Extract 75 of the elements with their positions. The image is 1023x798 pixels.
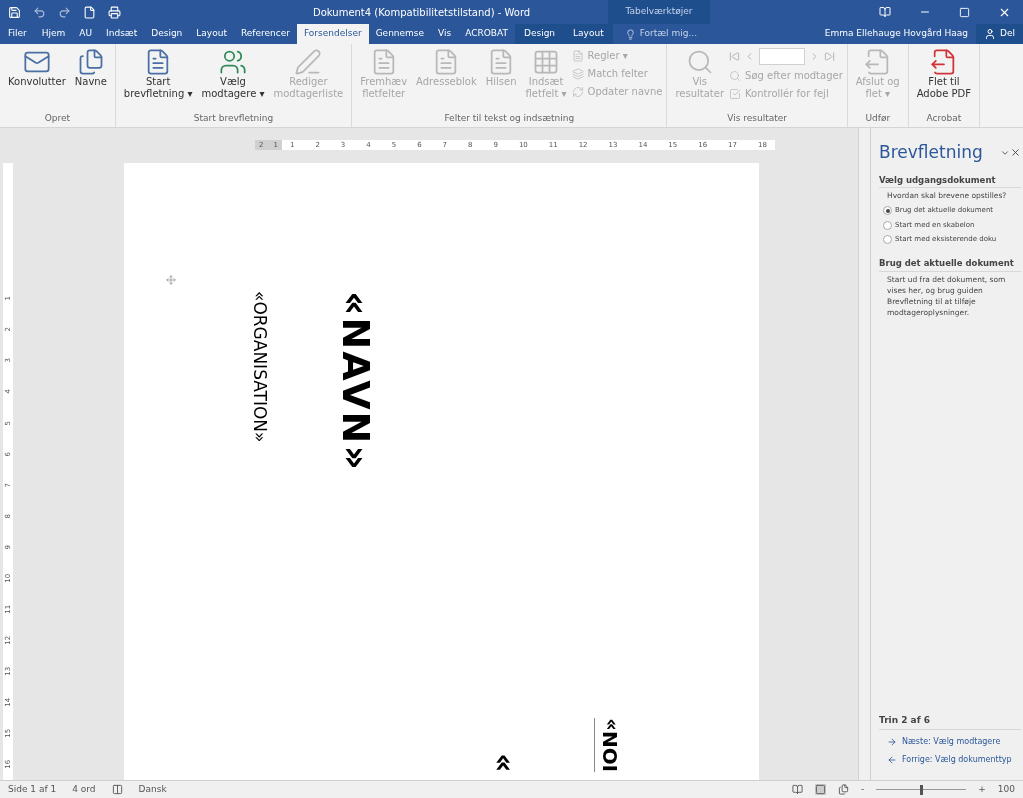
record-field[interactable] [759, 48, 806, 65]
pen-icon [294, 48, 323, 76]
person-icon [984, 28, 997, 40]
zoom-out-button[interactable]: - [861, 782, 865, 797]
pane-title: Brevfletning [879, 141, 983, 164]
ribbon-tab[interactable]: Layout [564, 24, 613, 44]
window-title: Dokument4 (Kompatibilitetstilstand) - Word [313, 5, 531, 20]
ribbon-tab[interactable]: ACROBAT [458, 24, 515, 44]
printer-icon [108, 5, 121, 19]
tell-me-field[interactable]: Fortæl mig... [639, 27, 698, 41]
ribbon-tab[interactable]: Hjem [34, 24, 73, 44]
ribbon-button[interactable]: Start brevfletning ▾ [119, 44, 197, 112]
language-indicator[interactable]: Dansk [138, 782, 167, 797]
ribbon-tab[interactable]: Filer [0, 24, 35, 44]
group-label: Start brevfletning [192, 111, 275, 125]
arrow-right-icon [887, 737, 897, 747]
ribbon-tab[interactable]: Forsendelser [296, 24, 369, 44]
zoom-in-button[interactable]: + [978, 782, 986, 797]
merge-field: » [479, 752, 524, 773]
print-layout-icon[interactable] [815, 784, 826, 795]
close-icon[interactable] [1010, 147, 1021, 159]
last-record-icon [824, 51, 836, 62]
lightbulb-icon [624, 28, 636, 40]
group-label: Vis resultater [726, 111, 788, 125]
share-button[interactable]: Del [976, 24, 1023, 44]
step-label: Trin 2 af 6 [879, 713, 1021, 730]
save-icon [8, 5, 21, 19]
zoom-thumb[interactable] [919, 784, 923, 795]
ribbon-button[interactable]: Vælg modtagere ▾ [197, 44, 269, 112]
redo-icon [58, 5, 71, 19]
arrow-left-icon [887, 755, 897, 765]
merge-field: ION» [594, 718, 625, 773]
zoom-slider[interactable] [876, 784, 967, 795]
ribbon-tab[interactable]: Design [144, 24, 190, 44]
section-heading: Vælg udgangsdokument [879, 173, 1021, 189]
search-icon [729, 69, 742, 82]
undo-icon [33, 5, 46, 19]
zoom-level[interactable]: 100 [997, 782, 1015, 797]
radio-button[interactable] [883, 206, 892, 215]
table-move-handle-icon[interactable] [166, 275, 176, 285]
ribbon-button[interactable]: Flet til Adobe PDF [912, 44, 975, 112]
new-document-icon [83, 5, 96, 19]
checkbox-icon [729, 87, 742, 100]
ribbon-tab[interactable]: Design [515, 24, 565, 44]
people-icon [219, 48, 247, 76]
word-count[interactable]: 4 ord [72, 782, 96, 797]
refresh-icon [571, 85, 584, 98]
merge-field: «ORGANISATION» [246, 291, 272, 443]
ribbon-button[interactable]: Navne [70, 44, 111, 112]
user-name[interactable]: Emma Ellehauge Hovgård Haag [824, 24, 969, 44]
group-label: Opret [43, 111, 72, 125]
merge-field: «NAVN» [326, 291, 384, 472]
page-count[interactable]: Side 1 af 1 [8, 782, 57, 797]
radio-button[interactable] [883, 220, 892, 230]
ribbon-tab[interactable]: Layout [189, 24, 234, 44]
layers-icon [571, 67, 584, 80]
first-record-icon [729, 51, 741, 62]
read-mode-icon[interactable] [792, 784, 803, 795]
ribbon-tab[interactable]: AU [72, 24, 100, 44]
restore-icon[interactable] [959, 6, 970, 18]
context-group-header: Tabelværktøjer [608, 0, 710, 24]
group-label: Udfør [864, 111, 892, 125]
ribbon-tab[interactable]: Vis [431, 24, 459, 44]
section-heading: Brug det aktuelle dokument [879, 256, 1021, 272]
wizard-link[interactable]: Forrige: Vælg dokumenttyp [879, 754, 1021, 766]
group-label: Felter til tekst og indsætning [443, 111, 576, 125]
document-icon [571, 49, 584, 62]
radio-button[interactable] [883, 235, 892, 244]
ribbon-tab[interactable]: Gennemse [368, 24, 432, 44]
ribbon-tab[interactable]: Indsæt [99, 24, 145, 44]
wizard-link[interactable]: Næste: Vælg modtagere [879, 736, 1021, 748]
vertical-scrollbar[interactable] [858, 128, 870, 780]
ribbon-button[interactable]: Konvolutter [4, 44, 70, 112]
group-label: Acrobat [925, 111, 963, 125]
ribbon-tab[interactable]: Referencer [233, 24, 297, 44]
